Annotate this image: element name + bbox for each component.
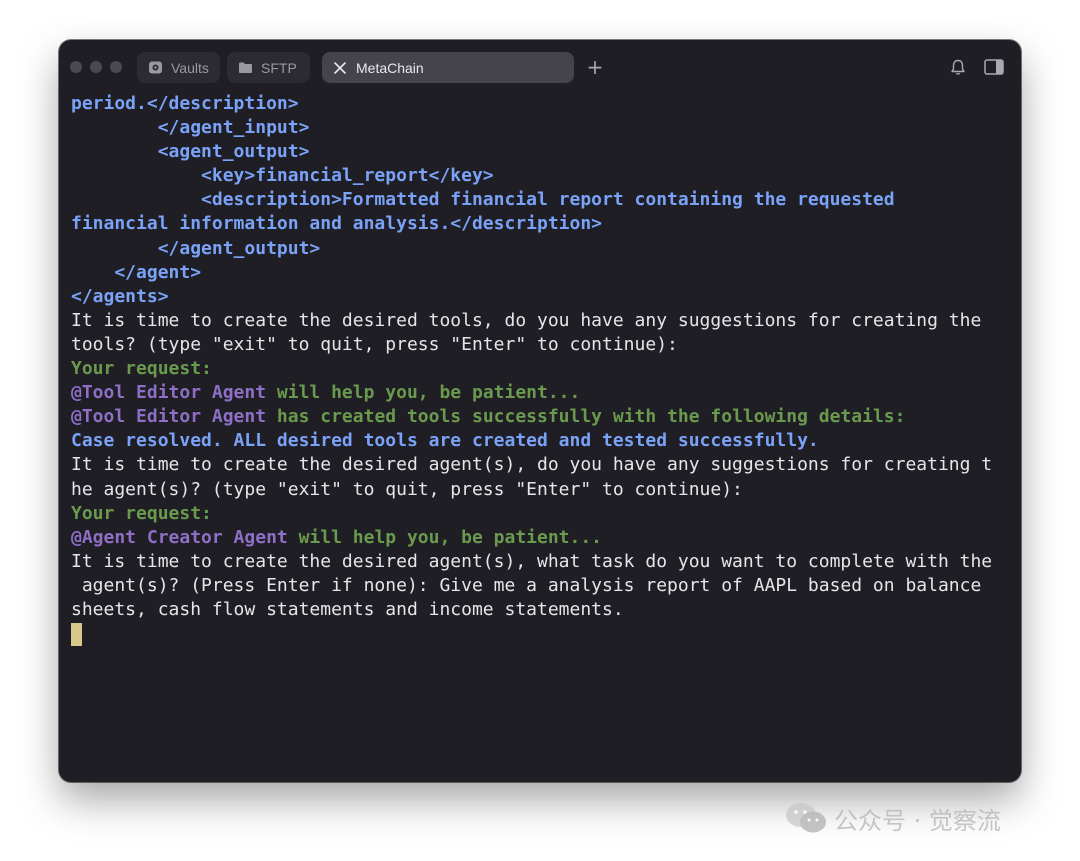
terminal-line: financial information and analysis.</des… [71,212,1011,236]
terminal-text: has created tools successfully with the … [266,406,906,428]
terminal-line: It is time to create the desired tools, … [71,309,1011,333]
terminal-line: tools? (type "exit" to quit, press "Ente… [71,333,1011,357]
terminal-line: <description>Formatted financial report … [71,188,1011,212]
terminal-text: @Agent Creator Agent [71,526,288,548]
terminal-text: </agent> [71,261,202,283]
terminal-text: It is time to create the desired tools, … [71,309,982,331]
terminal-text: <agent_output> [71,141,310,163]
vaults-icon [147,60,163,76]
terminal-text: @Tool Editor Agent [71,406,267,428]
terminal-line: It is time to create the desired agent(s… [71,453,1011,477]
new-tab-button[interactable]: + [585,54,605,80]
terminal-cursor [71,623,82,647]
terminal-text: financial information and analysis.</des… [71,213,603,235]
close-icon[interactable] [332,60,348,76]
bell-icon[interactable] [948,58,968,76]
terminal-line: period.</description> [71,92,1011,116]
terminal-text: @Tool Editor Agent [71,382,267,404]
terminal-line: </agent> [71,261,1011,285]
zoom-window-button[interactable] [110,61,122,73]
terminal-text: sheets, cash flow statements and income … [71,598,624,620]
terminal-text: tools? (type "exit" to quit, press "Ente… [71,333,678,355]
terminal-line: </agent_output> [71,237,1011,261]
terminal-text: <description>Formatted financial report … [71,189,895,211]
terminal-line: Case resolved. ALL desired tools are cre… [71,429,1011,453]
terminal-text: Your request: [71,502,212,524]
terminal-line: @Tool Editor Agent has created tools suc… [71,405,1011,429]
watermark: 公众号 · 觉察流 [784,800,1001,836]
terminal-text: It is time to create the desired agent(s… [71,550,993,572]
terminal-output[interactable]: period.</description> </agent_input> <ag… [71,92,1011,647]
sidebar-toggle-icon[interactable] [984,58,1004,76]
terminal-line: <agent_output> [71,140,1011,164]
prompt-line[interactable] [71,622,1011,647]
close-window-button[interactable] [70,61,82,73]
terminal-text: will help you, be patient... [287,526,603,548]
watermark-text: 公众号 · 觉察流 [834,806,1001,835]
terminal-text: period.</description> [71,93,299,114]
terminal-line: Your request: [71,357,1011,381]
terminal-line: </agents> [71,285,1011,309]
terminal-text: he agent(s)? (type "exit" to quit, press… [71,478,743,500]
title-bar: Vaults SFTP MetaChain + [59,40,1021,92]
terminal-line: Your request: [71,502,1011,526]
tab-sftp[interactable]: SFTP [227,52,310,83]
minimize-window-button[interactable] [90,61,102,73]
tab-vaults[interactable]: Vaults [137,52,220,83]
terminal-text: </agent_input> [71,117,310,139]
terminal-text: will help you, be patient... [266,382,581,404]
terminal-line: sheets, cash flow statements and income … [71,598,1011,622]
terminal-line: </agent_input> [71,116,1011,140]
tab-label: SFTP [261,59,297,76]
terminal-line: he agent(s)? (type "exit" to quit, press… [71,478,1011,502]
folder-icon [237,60,253,76]
wechat-icon [786,803,826,833]
terminal-text: agent(s)? (Press Enter if none): Give me… [71,574,982,596]
terminal-text: It is time to create the desired agent(s… [71,454,993,476]
terminal-line: It is time to create the desired agent(s… [71,550,1011,574]
terminal-text: Case resolved. ALL desired tools are cre… [71,430,819,452]
terminal-line: @Tool Editor Agent will help you, be pat… [71,381,1011,405]
terminal-text: Your request: [71,358,212,380]
tab-label: Vaults [171,59,209,76]
terminal-text: <key>financial_report</key> [71,165,494,187]
terminal-line: <key>financial_report</key> [71,164,1011,188]
terminal-window: Vaults SFTP MetaChain + period.</descrip… [59,40,1021,782]
terminal-text: </agent_output> [71,237,321,259]
terminal-line: @Agent Creator Agent will help you, be p… [71,526,1011,550]
tab-label: MetaChain [356,59,424,76]
tab-metachain[interactable]: MetaChain [322,52,574,83]
terminal-text: </agents> [71,285,169,307]
terminal-line: agent(s)? (Press Enter if none): Give me… [71,574,1011,598]
